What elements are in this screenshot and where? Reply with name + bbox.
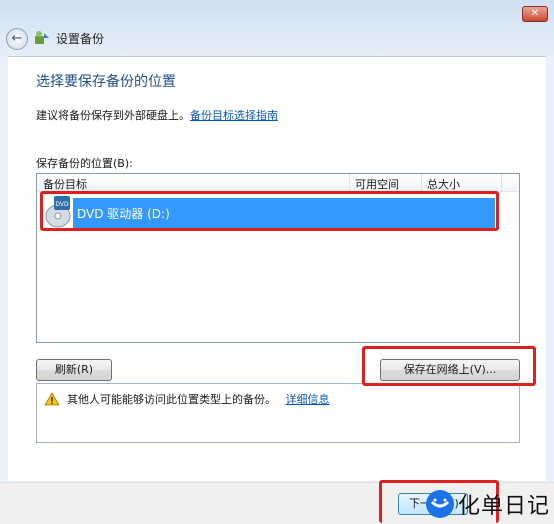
column-header-target[interactable]: 备份目标 bbox=[43, 176, 87, 192]
close-icon: ✕ bbox=[530, 8, 540, 19]
refresh-button[interactable]: 刷新(R) bbox=[36, 359, 112, 381]
close-button[interactable]: ✕ bbox=[522, 6, 548, 22]
row-highlight-annotation bbox=[40, 191, 499, 231]
watermark: 化单日记 bbox=[425, 489, 550, 519]
warning-icon bbox=[44, 392, 60, 406]
backup-setup-window: ✕ ← 设置备份 选择要保存备份的位置 建议将备份保存到外部硬盘上。备份目标选择… bbox=[0, 0, 554, 524]
location-label: 保存备份的位置(B): bbox=[36, 157, 133, 170]
column-divider bbox=[501, 174, 502, 191]
watermark-logo-icon bbox=[425, 490, 454, 518]
column-divider bbox=[421, 174, 422, 191]
back-arrow-icon: ← bbox=[11, 31, 23, 46]
list-header: 备份目标 可用空间 总大小 bbox=[37, 174, 519, 192]
page-heading: 选择要保存备份的位置 bbox=[36, 74, 176, 90]
details-link[interactable]: 详细信息 bbox=[286, 393, 330, 406]
back-button[interactable]: ← bbox=[6, 28, 28, 50]
window-title: 设置备份 bbox=[56, 32, 105, 46]
info-text-line: 其他人可能能够访问此位置类型上的备份。 详细信息 bbox=[67, 391, 330, 407]
content-panel: 选择要保存备份的位置 建议将备份保存到外部硬盘上。备份目标选择指南 保存备份的位… bbox=[8, 56, 546, 481]
description-line: 建议将备份保存到外部硬盘上。备份目标选择指南 bbox=[36, 107, 278, 123]
network-button-highlight-annotation bbox=[362, 346, 536, 386]
column-divider bbox=[349, 174, 350, 191]
info-text: 其他人可能能够访问此位置类型上的备份。 bbox=[67, 393, 276, 406]
watermark-text: 化单日记 bbox=[457, 494, 550, 519]
description-text: 建议将备份保存到外部硬盘上。 bbox=[36, 109, 190, 122]
backup-app-icon bbox=[35, 31, 49, 44]
info-box: 其他人可能能够访问此位置类型上的备份。 详细信息 bbox=[36, 383, 520, 443]
guide-link[interactable]: 备份目标选择指南 bbox=[190, 109, 278, 122]
column-header-total-size[interactable]: 总大小 bbox=[427, 176, 460, 192]
column-header-free-space[interactable]: 可用空间 bbox=[355, 176, 399, 192]
